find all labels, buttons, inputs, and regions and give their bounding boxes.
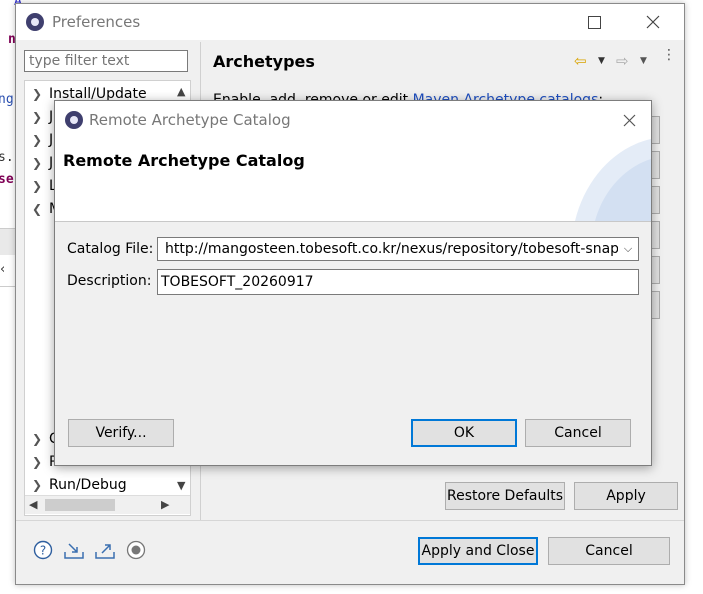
chevron-right-icon[interactable]: ❯ xyxy=(25,451,49,473)
scroll-up-icon[interactable]: ▲ xyxy=(177,85,185,98)
dialog-titlebar[interactable]: Remote Archetype Catalog xyxy=(55,101,651,139)
chevron-right-icon[interactable]: ❯ xyxy=(25,152,49,174)
export-icon xyxy=(95,544,115,559)
banner-graphic-icon xyxy=(575,139,651,221)
record-button[interactable] xyxy=(125,539,147,561)
export-button[interactable] xyxy=(94,539,116,561)
chevron-right-icon[interactable]: ❯ xyxy=(25,83,49,105)
import-icon xyxy=(64,543,84,559)
window-title: Preferences xyxy=(52,13,141,31)
dialog-close-button[interactable] xyxy=(614,108,644,132)
catalog-file-value: http://mangosteen.tobesoft.co.kr/nexus/r… xyxy=(165,241,639,257)
scrollbar-thumb[interactable] xyxy=(45,499,115,511)
editor-tab-strip xyxy=(0,228,15,255)
catalog-file-label: Catalog File: xyxy=(67,241,154,257)
close-icon xyxy=(623,114,635,126)
filter-input[interactable] xyxy=(24,50,188,72)
editor-fragment: s. xyxy=(0,150,14,165)
close-icon xyxy=(646,15,660,29)
page-title: Archetypes xyxy=(213,52,315,71)
dialog-cancel-button[interactable]: Cancel xyxy=(525,419,631,447)
preferences-titlebar[interactable]: Preferences xyxy=(16,4,684,40)
divider xyxy=(16,520,684,521)
scroll-down-icon[interactable]: ▼ xyxy=(177,479,185,492)
dialog-header: Remote Archetype Catalog xyxy=(55,139,651,222)
tree-item[interactable]: ❯ L xyxy=(25,175,57,197)
catalog-file-combo[interactable]: http://mangosteen.tobesoft.co.kr/nexus/r… xyxy=(157,237,639,261)
chevron-right-icon[interactable]: ❯ xyxy=(25,474,49,496)
dialog-title: Remote Archetype Catalog xyxy=(89,111,291,129)
scroll-right-icon[interactable]: ▶ xyxy=(161,498,169,511)
editor-fragment: ng xyxy=(0,92,14,107)
chevron-left-icon: ‹ xyxy=(0,262,6,277)
editor-fragment: se xyxy=(0,172,14,187)
chevron-right-icon[interactable]: ❯ xyxy=(25,106,49,128)
horizontal-scrollbar[interactable]: ◀ ▶ xyxy=(25,495,190,514)
chevron-right-icon[interactable]: ❯ xyxy=(25,129,49,151)
eclipse-icon xyxy=(65,111,83,129)
import-button[interactable] xyxy=(63,539,85,561)
close-button[interactable] xyxy=(638,10,668,34)
svg-text:?: ? xyxy=(40,544,46,558)
dialog-heading: Remote Archetype Catalog xyxy=(63,151,305,170)
maximize-icon xyxy=(587,15,601,29)
ok-button[interactable]: OK xyxy=(411,419,517,447)
tree-item[interactable]: ❯ J xyxy=(25,152,53,174)
help-button[interactable]: ? xyxy=(32,539,54,561)
back-arrow-icon[interactable]: ⇦ xyxy=(574,52,587,70)
scroll-left-icon[interactable]: ◀ xyxy=(29,498,37,511)
description-input[interactable]: TOBESOFT_20260917 xyxy=(157,269,639,295)
forward-arrow-icon[interactable]: ⇨ xyxy=(616,52,629,70)
description-label: Description: xyxy=(67,273,152,289)
maximize-button[interactable] xyxy=(579,10,609,34)
help-icon: ? xyxy=(33,540,53,560)
tree-item-run-debug[interactable]: ❯ Run/Debug xyxy=(25,474,127,496)
back-menu-icon[interactable]: ▼ xyxy=(598,56,605,66)
chevron-right-icon[interactable]: ❯ xyxy=(25,428,49,450)
cancel-button[interactable]: Cancel xyxy=(548,537,670,565)
view-menu-icon[interactable]: ⋮ xyxy=(662,48,676,62)
apply-button[interactable]: Apply xyxy=(574,482,678,510)
forward-menu-icon[interactable]: ▼ xyxy=(640,56,647,66)
chevron-down-icon[interactable]: ⌵ xyxy=(618,238,638,260)
remote-archetype-catalog-dialog: Remote Archetype Catalog Remote Archetyp… xyxy=(54,100,652,466)
record-icon xyxy=(126,540,146,560)
chevron-down-icon[interactable]: ❮ xyxy=(25,198,49,220)
verify-button[interactable]: Verify... xyxy=(68,419,174,447)
chevron-right-icon[interactable]: ❯ xyxy=(25,175,49,197)
apply-and-close-button[interactable]: Apply and Close xyxy=(418,537,538,565)
eclipse-icon xyxy=(26,13,44,31)
divider xyxy=(0,286,15,287)
tree-item[interactable]: ❯ J xyxy=(25,129,53,151)
restore-defaults-button[interactable]: Restore Defaults xyxy=(445,482,565,510)
tree-item[interactable]: ❯ J xyxy=(25,106,53,128)
tree-item[interactable]: ❯P xyxy=(25,451,57,473)
